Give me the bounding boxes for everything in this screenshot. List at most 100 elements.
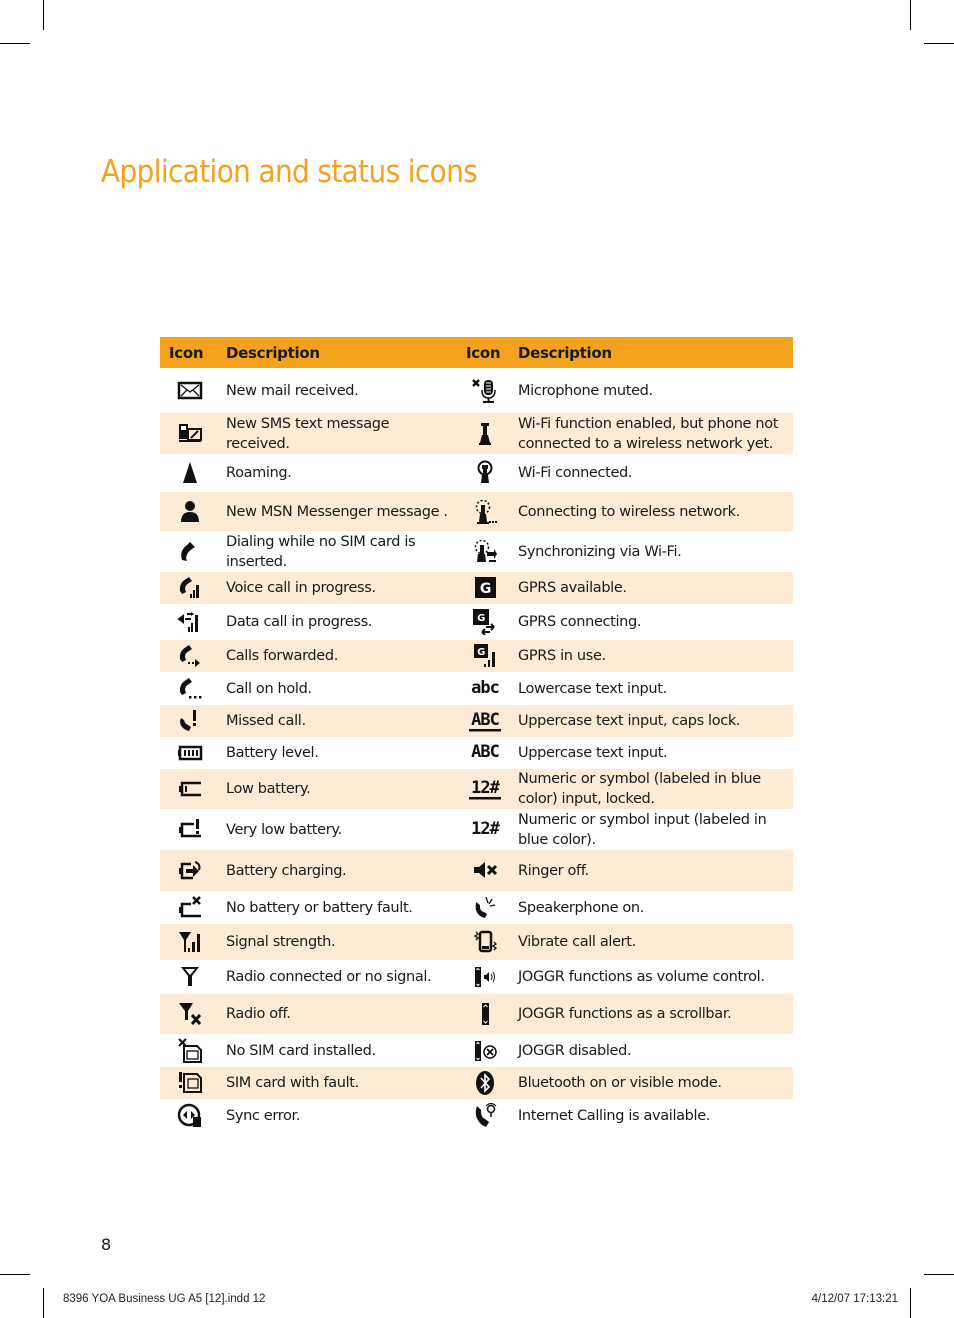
table-row: New SMS text message received. Wi-Fi func… bbox=[160, 413, 793, 454]
icon-cell: G bbox=[457, 604, 512, 640]
calls-forwarded-icon bbox=[160, 643, 220, 669]
lowercase-input-icon: abc bbox=[457, 676, 512, 702]
crop-mark bbox=[43, 1288, 44, 1318]
description-cell: JOGGR functions as a scrollbar. bbox=[512, 994, 793, 1034]
description-cell: Call on hold. bbox=[226, 680, 312, 697]
icon-cell bbox=[457, 1067, 512, 1099]
description-cell: SIM card with fault. bbox=[220, 1067, 457, 1099]
battery-fault-icon bbox=[160, 895, 220, 921]
table-row: Radio connected or no signal. JOGGR funct… bbox=[160, 960, 793, 994]
icon-cell: G bbox=[457, 640, 512, 672]
wifi-enabled-icon bbox=[457, 421, 512, 447]
numeric-input-icon: 12# bbox=[457, 817, 512, 843]
page-title: Application and status icons bbox=[101, 154, 478, 190]
crop-mark bbox=[0, 43, 30, 44]
description-cell: Data call in progress. bbox=[226, 614, 373, 630]
mail-icon bbox=[160, 378, 220, 404]
description-cell: GPRS in use. bbox=[512, 640, 793, 672]
internet-calling-icon bbox=[457, 1102, 512, 1129]
icon-cell bbox=[160, 769, 220, 809]
description-cell: Uppercase text input. bbox=[518, 745, 668, 761]
icon-cell bbox=[160, 368, 220, 413]
header-icon: Icon bbox=[160, 337, 220, 368]
table-row: Data call in progress. G GPRS connecting. bbox=[160, 604, 793, 640]
msn-messenger-icon bbox=[160, 499, 220, 525]
icon-cell: 12# bbox=[457, 809, 512, 850]
crop-mark bbox=[43, 0, 44, 30]
icon-cell bbox=[457, 960, 512, 994]
description-cell: Radio connected or no signal. bbox=[226, 969, 432, 985]
microphone-muted-icon bbox=[457, 378, 512, 404]
table-row: Battery level. ABC Uppercase text input. bbox=[160, 737, 793, 769]
wifi-connecting-icon bbox=[457, 499, 512, 525]
header-description: Description bbox=[220, 337, 457, 368]
signal-strength-icon bbox=[160, 929, 220, 955]
data-call-icon bbox=[160, 609, 220, 635]
description-cell: Internet Calling is available. bbox=[518, 1107, 711, 1124]
table-row: Low battery. 12# Numeric or symbol (labele… bbox=[160, 769, 793, 809]
sms-icon bbox=[160, 421, 220, 447]
table-row: Call on hold. abc Lowercase text input. bbox=[160, 672, 793, 705]
ringer-off-icon bbox=[457, 858, 512, 884]
description-cell: Speakerphone on. bbox=[518, 899, 645, 916]
icon-cell: ABC bbox=[457, 737, 512, 769]
icon-cell bbox=[160, 737, 220, 769]
icon-cell bbox=[160, 705, 220, 737]
description-cell: JOGGR disabled. bbox=[518, 1042, 632, 1059]
icon-cell bbox=[160, 809, 220, 850]
icon-table: Icon Description Icon Description New ma… bbox=[160, 337, 793, 1132]
table-row: Battery charging. Ringer off. bbox=[160, 850, 793, 891]
crop-mark bbox=[910, 1288, 911, 1318]
table-row: Voice call in progress. G GPRS available. bbox=[160, 572, 793, 604]
icon-cell bbox=[457, 1099, 512, 1132]
description-cell: New mail received. bbox=[226, 382, 359, 399]
description-cell: Very low battery. bbox=[226, 821, 342, 838]
radio-off-icon bbox=[160, 1001, 220, 1027]
description-cell: Microphone muted. bbox=[518, 382, 653, 399]
page-number: 8 bbox=[101, 1235, 112, 1254]
crop-mark bbox=[924, 43, 954, 44]
svg-text:12#: 12# bbox=[471, 778, 500, 798]
table-row: Sync error. Internet Calling is available… bbox=[160, 1099, 793, 1132]
table-row: Roaming. Wi-Fi connected. bbox=[160, 454, 793, 492]
description-cell: Ringer off. bbox=[512, 850, 793, 891]
svg-text:abc: abc bbox=[471, 678, 499, 698]
icon-cell bbox=[160, 891, 220, 924]
description-cell: Calls forwarded. bbox=[220, 640, 457, 672]
icon-cell bbox=[457, 850, 512, 891]
joggr-scrollbar-icon bbox=[457, 1001, 512, 1027]
description-cell: Battery level. bbox=[226, 745, 319, 761]
description-cell: New MSN Messenger message . bbox=[220, 492, 457, 531]
svg-text:G: G bbox=[479, 581, 490, 597]
icon-cell bbox=[457, 492, 512, 531]
description-cell: Uppercase text input, caps lock. bbox=[512, 705, 793, 737]
voice-call-icon bbox=[160, 575, 220, 601]
icon-cell: G bbox=[457, 572, 512, 604]
gprs-available-icon: G bbox=[457, 575, 512, 601]
description-cell: Vibrate call alert. bbox=[512, 924, 793, 960]
icon-cell bbox=[160, 960, 220, 994]
icon-cell bbox=[457, 924, 512, 960]
table-row: No SIM card installed. JOGGR disabled. bbox=[160, 1034, 793, 1067]
speakerphone-icon bbox=[457, 895, 512, 921]
icon-cell bbox=[160, 850, 220, 891]
table-row: New mail received. Microphone muted. bbox=[160, 368, 793, 413]
wifi-connected-icon bbox=[457, 460, 512, 486]
wifi-sync-icon bbox=[457, 539, 512, 565]
joggr-volume-icon bbox=[457, 964, 512, 990]
sim-fault-icon bbox=[160, 1070, 220, 1096]
table-row: No battery or battery fault. Speakerphone… bbox=[160, 891, 793, 924]
uppercase-input-icon: ABC bbox=[457, 740, 512, 766]
low-battery-icon bbox=[160, 776, 220, 802]
icon-cell bbox=[160, 492, 220, 531]
sync-error-icon bbox=[160, 1103, 220, 1129]
table-row: SIM card with fault. Bluetooth on or visi… bbox=[160, 1067, 793, 1099]
header-icon: Icon bbox=[457, 337, 512, 368]
description-cell: Radio off. bbox=[220, 994, 457, 1034]
icon-cell bbox=[457, 1034, 512, 1067]
description-cell: Lowercase text input. bbox=[518, 680, 667, 697]
icon-cell bbox=[457, 531, 512, 572]
icon-cell bbox=[457, 994, 512, 1034]
description-cell: Battery charging. bbox=[220, 850, 457, 891]
icon-cell bbox=[457, 413, 512, 454]
